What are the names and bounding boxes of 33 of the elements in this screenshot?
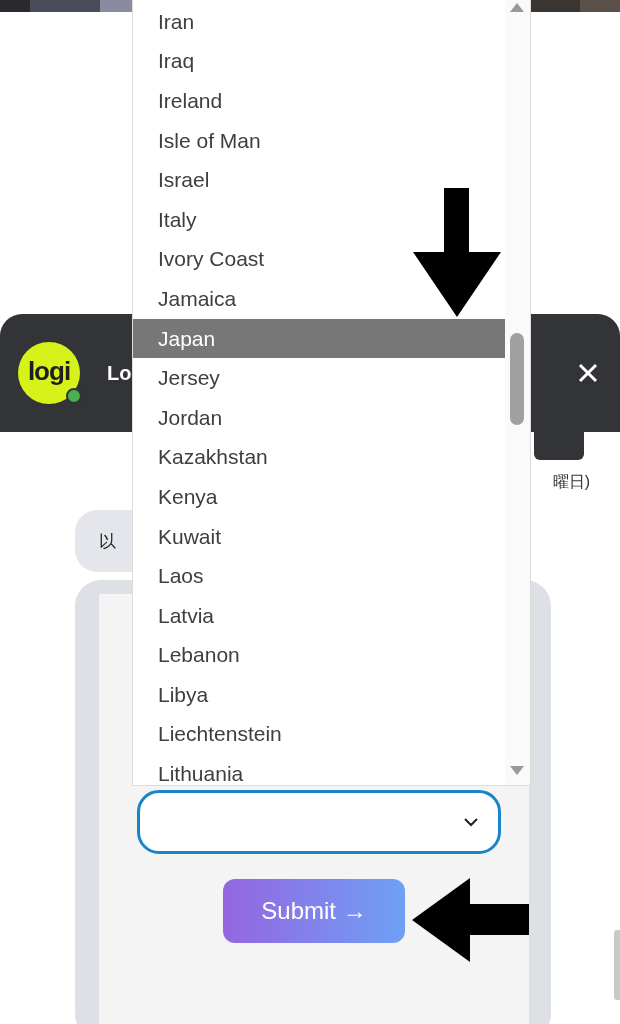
close-button[interactable] xyxy=(578,363,598,383)
dropdown-option[interactable]: Italy xyxy=(133,199,505,240)
scrollbar-thumb[interactable] xyxy=(614,930,620,1000)
arrow-left-icon xyxy=(412,878,529,962)
message-text: 以 xyxy=(99,530,116,553)
dropdown-option[interactable]: Laos xyxy=(133,556,505,596)
country-select[interactable] xyxy=(137,790,501,854)
dropdown-option[interactable]: Jersey xyxy=(133,358,505,398)
scrollbar-thumb[interactable] xyxy=(510,333,524,425)
dropdown-option[interactable]: Latvia xyxy=(133,595,505,636)
dropdown-option[interactable]: Kenya xyxy=(133,477,505,517)
dropdown-option[interactable]: Iran xyxy=(133,2,505,42)
arrow-down-icon xyxy=(413,188,501,317)
chevron-down-icon xyxy=(464,817,478,827)
dropdown-option[interactable]: Ivory Coast xyxy=(133,239,505,280)
dropdown-option[interactable]: Libya xyxy=(133,675,505,715)
logo-text: logi xyxy=(27,355,71,387)
dropdown-option[interactable]: Jordan xyxy=(133,397,505,438)
scroll-down-icon[interactable] xyxy=(510,766,524,775)
dropdown-option[interactable]: Lebanon xyxy=(133,635,505,676)
dropdown-option[interactable]: Liechtenstein xyxy=(133,714,505,755)
dropdown-option[interactable]: Isle of Man xyxy=(133,120,505,161)
dropdown-option[interactable]: Iraq xyxy=(133,41,505,82)
chat-title: Lo xyxy=(107,361,132,385)
dropdown-option[interactable]: Ireland xyxy=(133,81,505,121)
scroll-up-icon[interactable] xyxy=(510,3,524,12)
dropdown-option[interactable]: Kuwait xyxy=(133,516,505,557)
dropdown-option[interactable]: Israel xyxy=(133,160,505,200)
dropdown-option[interactable]: Kazakhstan xyxy=(133,437,505,478)
date-caption: 曜日) xyxy=(552,472,590,492)
dropdown-option[interactable]: Japan xyxy=(133,318,505,359)
dropdown-option[interactable]: Jamaica xyxy=(133,279,505,319)
dropdown-option[interactable]: Lithuania xyxy=(133,754,505,785)
